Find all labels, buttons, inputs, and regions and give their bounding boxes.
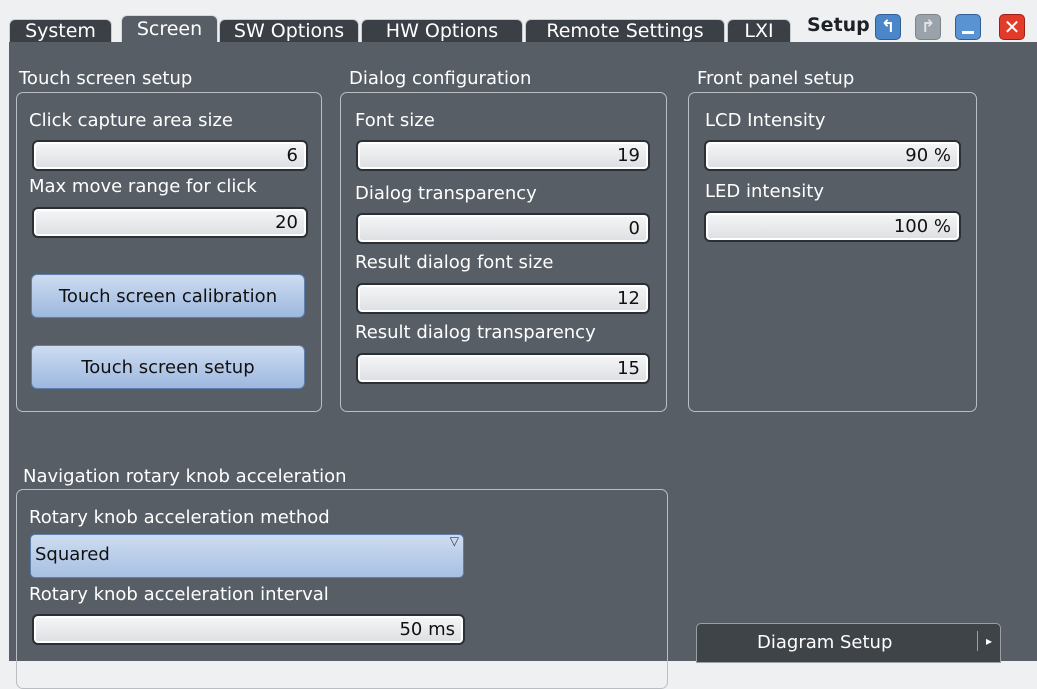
font-size-field[interactable]: 19 bbox=[356, 140, 650, 171]
dialog-transparency-label: Dialog transparency bbox=[355, 183, 537, 204]
tab-lxi[interactable]: LXI bbox=[727, 19, 791, 42]
font-size-label: Font size bbox=[355, 110, 435, 131]
close-button[interactable]: ✕ bbox=[999, 14, 1025, 40]
led-intensity-field[interactable]: 100 % bbox=[704, 211, 961, 242]
lcd-intensity-label: LCD Intensity bbox=[705, 110, 826, 131]
back-button[interactable]: ↰ bbox=[875, 14, 901, 40]
result-font-size-field[interactable]: 12 bbox=[356, 283, 650, 314]
close-icon: ✕ bbox=[1003, 15, 1021, 39]
tab-bar: System Screen SW Options HW Options Remo… bbox=[9, 6, 1037, 42]
rotary-method-value: Squared bbox=[35, 544, 110, 565]
minimize-icon bbox=[962, 30, 974, 34]
result-transparency-label: Result dialog transparency bbox=[355, 322, 596, 343]
setup-dialog: System Screen SW Options HW Options Remo… bbox=[9, 6, 1037, 689]
result-font-size-label: Result dialog font size bbox=[355, 252, 554, 273]
tab-screen[interactable]: Screen bbox=[121, 15, 218, 42]
led-intensity-label: LED intensity bbox=[705, 181, 825, 202]
rotary-method-select[interactable]: Squared ▽ bbox=[30, 534, 464, 578]
forward-button[interactable]: ↱ bbox=[915, 14, 941, 40]
rotary-interval-label: Rotary knob acceleration interval bbox=[29, 584, 329, 605]
touch-calibration-button[interactable]: Touch screen calibration bbox=[31, 274, 305, 318]
lcd-intensity-field[interactable]: 90 % bbox=[704, 140, 961, 171]
minimize-button[interactable] bbox=[955, 14, 981, 40]
touch-screen-group-title: Touch screen setup bbox=[19, 68, 193, 89]
dropdown-caret-icon: ▽ bbox=[449, 534, 459, 548]
tab-sw-options[interactable]: SW Options bbox=[219, 19, 359, 42]
chevron-right-icon: ▸ bbox=[977, 631, 992, 651]
dialog-config-group-title: Dialog configuration bbox=[349, 68, 532, 89]
max-move-field[interactable]: 20 bbox=[32, 207, 308, 238]
touch-setup-button[interactable]: Touch screen setup bbox=[31, 345, 305, 389]
tab-hw-options[interactable]: HW Options bbox=[361, 19, 523, 42]
forward-icon: ↱ bbox=[920, 17, 936, 37]
rotary-method-label: Rotary knob acceleration method bbox=[29, 507, 330, 528]
diagram-setup-label: Diagram Setup bbox=[757, 632, 893, 653]
click-capture-field[interactable]: 6 bbox=[32, 140, 308, 171]
max-move-label: Max move range for click bbox=[29, 176, 257, 197]
front-panel-group-title: Front panel setup bbox=[697, 68, 855, 89]
tab-remote-settings[interactable]: Remote Settings bbox=[525, 19, 725, 42]
diagram-setup-button[interactable]: Diagram Setup ▸ bbox=[696, 623, 1001, 663]
dialog-title: Setup bbox=[807, 14, 870, 36]
rotary-interval-field[interactable]: 50 ms bbox=[32, 614, 465, 645]
dialog-transparency-field[interactable]: 0 bbox=[356, 213, 650, 244]
tab-system[interactable]: System bbox=[9, 19, 112, 42]
rotary-group-title: Navigation rotary knob acceleration bbox=[23, 466, 347, 487]
click-capture-label: Click capture area size bbox=[29, 110, 233, 131]
result-transparency-field[interactable]: 15 bbox=[356, 353, 650, 384]
back-icon: ↰ bbox=[880, 17, 896, 37]
